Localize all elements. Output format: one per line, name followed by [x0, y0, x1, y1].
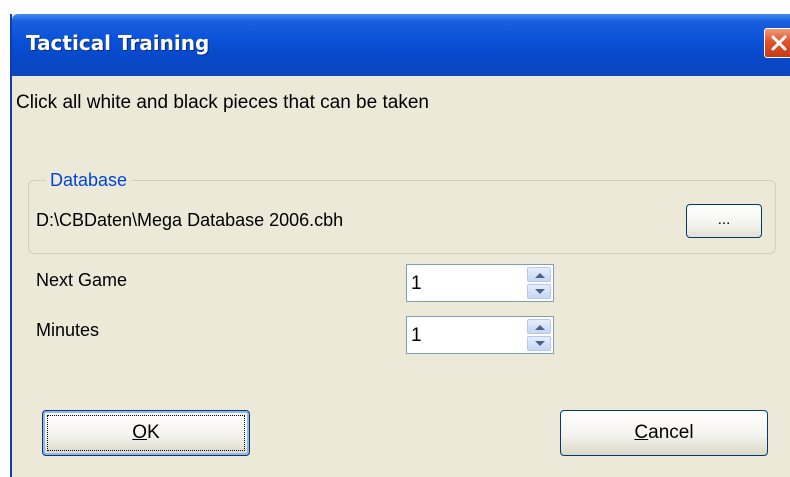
ok-button[interactable]: OK	[42, 410, 250, 456]
next-game-down-button[interactable]	[527, 284, 551, 299]
cancel-label-rest: ancel	[648, 422, 694, 443]
focus-rectangle	[47, 415, 245, 451]
window-title: Tactical Training	[26, 31, 210, 55]
database-group-label: Database	[46, 170, 132, 191]
close-icon	[771, 35, 787, 51]
arrow-down-icon	[535, 289, 545, 294]
minutes-spinner[interactable]: 1	[406, 316, 554, 354]
instruction-text: Click all white and black pieces that ca…	[16, 92, 429, 113]
minutes-input[interactable]: 1	[411, 325, 422, 347]
minutes-up-button[interactable]	[527, 319, 551, 334]
next-game-spinner[interactable]: 1	[406, 264, 554, 302]
next-game-up-button[interactable]	[527, 267, 551, 282]
next-game-label: Next Game	[36, 270, 128, 290]
cancel-mnemonic: C	[634, 422, 649, 443]
arrow-down-icon	[535, 341, 545, 346]
browse-button[interactable]: ...	[686, 204, 762, 238]
minutes-down-button[interactable]	[527, 336, 551, 351]
database-path: D:\CBDaten\Mega Database 2006.cbh	[36, 210, 344, 230]
cancel-button[interactable]: Cancel	[560, 410, 768, 456]
arrow-up-icon	[535, 273, 545, 278]
arrow-up-icon	[535, 325, 545, 330]
next-game-input[interactable]: 1	[411, 273, 422, 295]
minutes-label: Minutes	[36, 320, 100, 340]
title-bar[interactable]: Tactical Training	[12, 14, 790, 76]
close-button[interactable]	[764, 28, 790, 58]
